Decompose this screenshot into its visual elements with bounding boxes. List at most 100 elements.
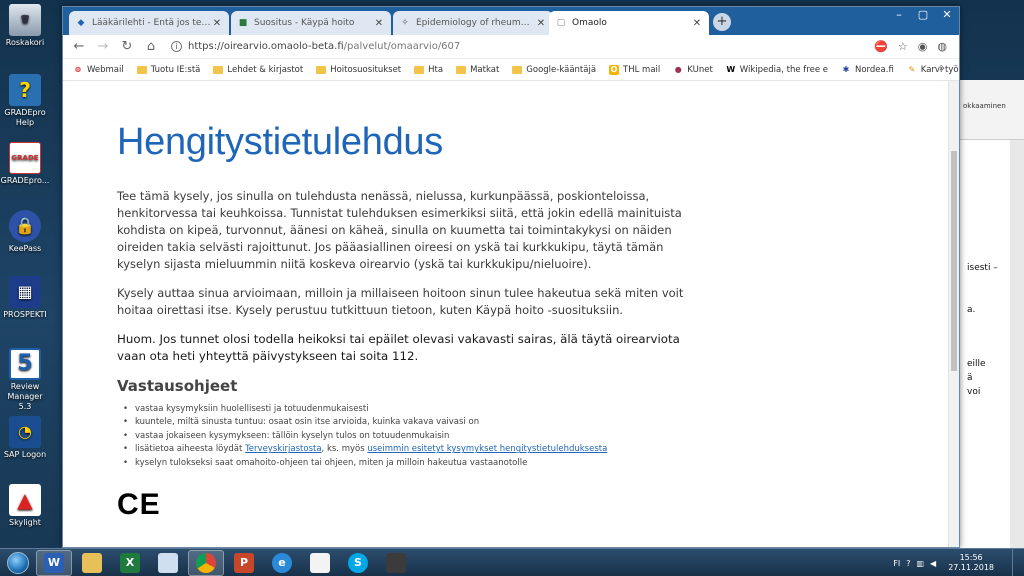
forward-arrow-icon[interactable]: → <box>93 39 113 54</box>
article-favicon-icon: ✧ <box>401 18 409 28</box>
folder-icon <box>213 65 224 75</box>
bookmark-folder-hoitosuositukset[interactable]: Hoitosuositukset <box>316 65 401 75</box>
faq-link[interactable]: useimmin esitetyt kysymykset hengitystie… <box>367 444 607 454</box>
desktop-icon-label: Review Manager 5.3 <box>7 382 43 411</box>
tab-laakarilehti[interactable]: ◆ Lääkärilehti - Entä jos terveyskeskus … <box>69 11 229 35</box>
internet-explorer-icon: e <box>272 552 292 573</box>
sap-logon-icon: ◔ <box>9 416 41 448</box>
desktop-icon-gradepro[interactable]: GRADE GRADEpro... <box>0 142 50 186</box>
start-button[interactable] <box>0 549 36 576</box>
terveyskirjasto-link[interactable]: Terveyskirjastosta <box>245 444 321 454</box>
close-window-icon[interactable]: ✕ <box>935 7 959 25</box>
taskbar: W X P e S FI ? ▥ ◀ 15:56 27.11.2018 <box>0 548 1024 576</box>
karvi-icon: ✎ <box>908 65 916 74</box>
background-document-window[interactable]: okkaaminen isesti – a. eille ä voi <box>958 80 1024 550</box>
folder-icon <box>136 65 147 75</box>
warning-paragraph: Huom. Jos tunnet olosi todella heikoksi … <box>117 332 680 363</box>
bookmark-label: Matkat <box>470 64 500 75</box>
bookmark-label: Hta <box>428 64 444 75</box>
taskbar-app-powerpoint[interactable]: P <box>226 550 262 576</box>
list-item: kyselyn tulokseksi saat omahoito-ohjeen … <box>117 457 707 471</box>
desktop-icon-skylight[interactable]: ▲ Skylight <box>0 484 50 528</box>
close-icon[interactable]: ✕ <box>691 18 703 29</box>
bookmark-folder-hta[interactable]: Hta <box>414 65 443 75</box>
taskbar-app-explorer[interactable] <box>74 550 110 576</box>
show-desktop-button[interactable] <box>1012 549 1024 576</box>
tab-title: Epidemiology of rheumatoid arthritis <box>416 18 535 28</box>
taskbar-app-notepad[interactable] <box>150 550 186 576</box>
desktop-icon-sap-logon[interactable]: ◔ SAP Logon <box>0 416 50 460</box>
desktop-icon-recycle-bin[interactable]: 🗑 Roskakori <box>0 4 50 48</box>
info-middle: , ks. myös <box>321 444 368 455</box>
new-tab-button[interactable]: + <box>713 13 731 31</box>
taskbar-app-ie[interactable]: e <box>264 550 300 576</box>
instructions-list: vastaa kysymyksiin huolellisesti ja totu… <box>117 403 707 470</box>
doc-snippet: eille <box>967 359 986 369</box>
desktop-icon-keepass[interactable]: 🔒 KeePass <box>0 210 50 254</box>
tab-omaolo[interactable]: ▢ Omaolo ✕ <box>549 11 709 35</box>
profile-icon[interactable]: ◉ <box>918 40 928 53</box>
bookmark-star-icon[interactable]: ☆ <box>898 40 908 53</box>
volume-icon[interactable]: ◀ <box>930 559 936 568</box>
desktop-icon-label: GRADEpro... <box>0 176 50 185</box>
gradepro-icon: GRADE <box>9 142 41 174</box>
bookmark-label: THL mail <box>623 64 661 75</box>
browser-window: ◆ Lääkärilehti - Entä jos terveyskeskus … <box>62 6 960 548</box>
chrome-icon <box>196 552 216 573</box>
site-info-icon[interactable]: i <box>171 41 182 52</box>
folder-icon <box>316 65 327 75</box>
bookmark-wikipedia[interactable]: W Wikipedia, the free e <box>726 65 828 75</box>
bookmark-nordea[interactable]: ✱ Nordea.fi <box>841 65 894 75</box>
network-icon[interactable]: ▥ <box>916 559 924 568</box>
bookmark-folder-tuotu[interactable]: Tuotu IE:stä <box>136 65 200 75</box>
bookmark-folder-matkat[interactable]: Matkat <box>456 65 499 75</box>
thl-mail-icon: O <box>609 64 620 75</box>
back-arrow-icon[interactable]: ← <box>69 39 89 54</box>
tab-epidemiology[interactable]: ✧ Epidemiology of rheumatoid arthritis ✕ <box>393 11 553 35</box>
bookmarks-overflow-button[interactable]: » <box>939 63 945 74</box>
desktop-icon-gradepro-help[interactable]: ? GRADEpro Help <box>0 74 50 128</box>
maximize-icon[interactable]: ▢ <box>911 7 935 25</box>
info-prefix: lisätietoa aiheesta löydät <box>135 444 246 455</box>
taskbar-app-excel[interactable]: X <box>112 550 148 576</box>
bookmark-folder-lehdet[interactable]: Lehdet & kirjastot <box>213 65 303 75</box>
taskbar-app-media[interactable] <box>378 550 414 576</box>
cookie-blocked-icon[interactable]: ⛔ <box>874 40 888 53</box>
home-icon[interactable]: ⌂ <box>141 39 161 54</box>
reload-icon[interactable]: ↻ <box>117 39 137 54</box>
document-scrollbar[interactable] <box>1010 140 1024 550</box>
clock-time: 15:56 <box>959 553 983 562</box>
desktop-icon-prospekti[interactable]: ▦ PROSPEKTI <box>0 276 50 320</box>
close-icon[interactable]: ✕ <box>211 18 223 29</box>
bookmark-kunet[interactable]: ● KUnet <box>673 65 713 75</box>
extension-icon[interactable]: ◍ <box>937 40 947 53</box>
scrollbar-thumb[interactable] <box>951 151 957 371</box>
bookmark-karvi[interactable]: ✎Karvi työtila <box>907 65 959 75</box>
taskbar-app-document[interactable] <box>302 550 338 576</box>
bookmark-label: Lehdet & kirjastot <box>227 64 304 75</box>
system-tray: FI ? ▥ ◀ 15:56 27.11.2018 <box>893 549 994 576</box>
ribbon-label: okkaaminen <box>963 102 1006 110</box>
bookmark-google-translate[interactable]: Google-kääntäjä <box>512 65 596 75</box>
close-icon[interactable]: ✕ <box>373 18 385 29</box>
bookmark-thl-mail[interactable]: O THL mail <box>609 64 661 75</box>
minimize-icon[interactable]: – <box>887 7 911 25</box>
close-icon[interactable]: ✕ <box>535 18 547 29</box>
tab-kaypa-hoito[interactable]: ■ Suositus - Käypä hoito ✕ <box>231 11 391 35</box>
language-indicator[interactable]: FI <box>893 559 900 568</box>
bookmark-webmail[interactable]: ⊜ Webmail <box>73 65 124 75</box>
taskbar-app-word[interactable]: W <box>36 549 72 576</box>
address-bar[interactable]: i https://oirearvio.omaolo-beta.fi/palve… <box>165 37 864 57</box>
intro-paragraph: Tee tämä kysely, jos sinulla on tulehdus… <box>117 189 682 271</box>
clock[interactable]: 15:56 27.11.2018 <box>948 553 994 573</box>
desktop-icon-label: PROSPEKTI <box>3 310 47 319</box>
taskbar-app-chrome[interactable] <box>188 549 224 576</box>
url-path: /palvelut/omaarvio/607 <box>343 41 461 52</box>
desktop-icon-review-manager[interactable]: 5 Review Manager 5.3 <box>0 348 50 412</box>
help-tray-icon[interactable]: ? <box>906 559 910 568</box>
bookmark-label: KUnet <box>687 64 713 75</box>
page-content: Hengitystietulehdus Tee tämä kysely, jos… <box>117 121 707 522</box>
review-manager-icon: 5 <box>9 348 41 380</box>
taskbar-app-skype[interactable]: S <box>340 550 376 576</box>
page-scrollbar[interactable] <box>948 81 959 547</box>
